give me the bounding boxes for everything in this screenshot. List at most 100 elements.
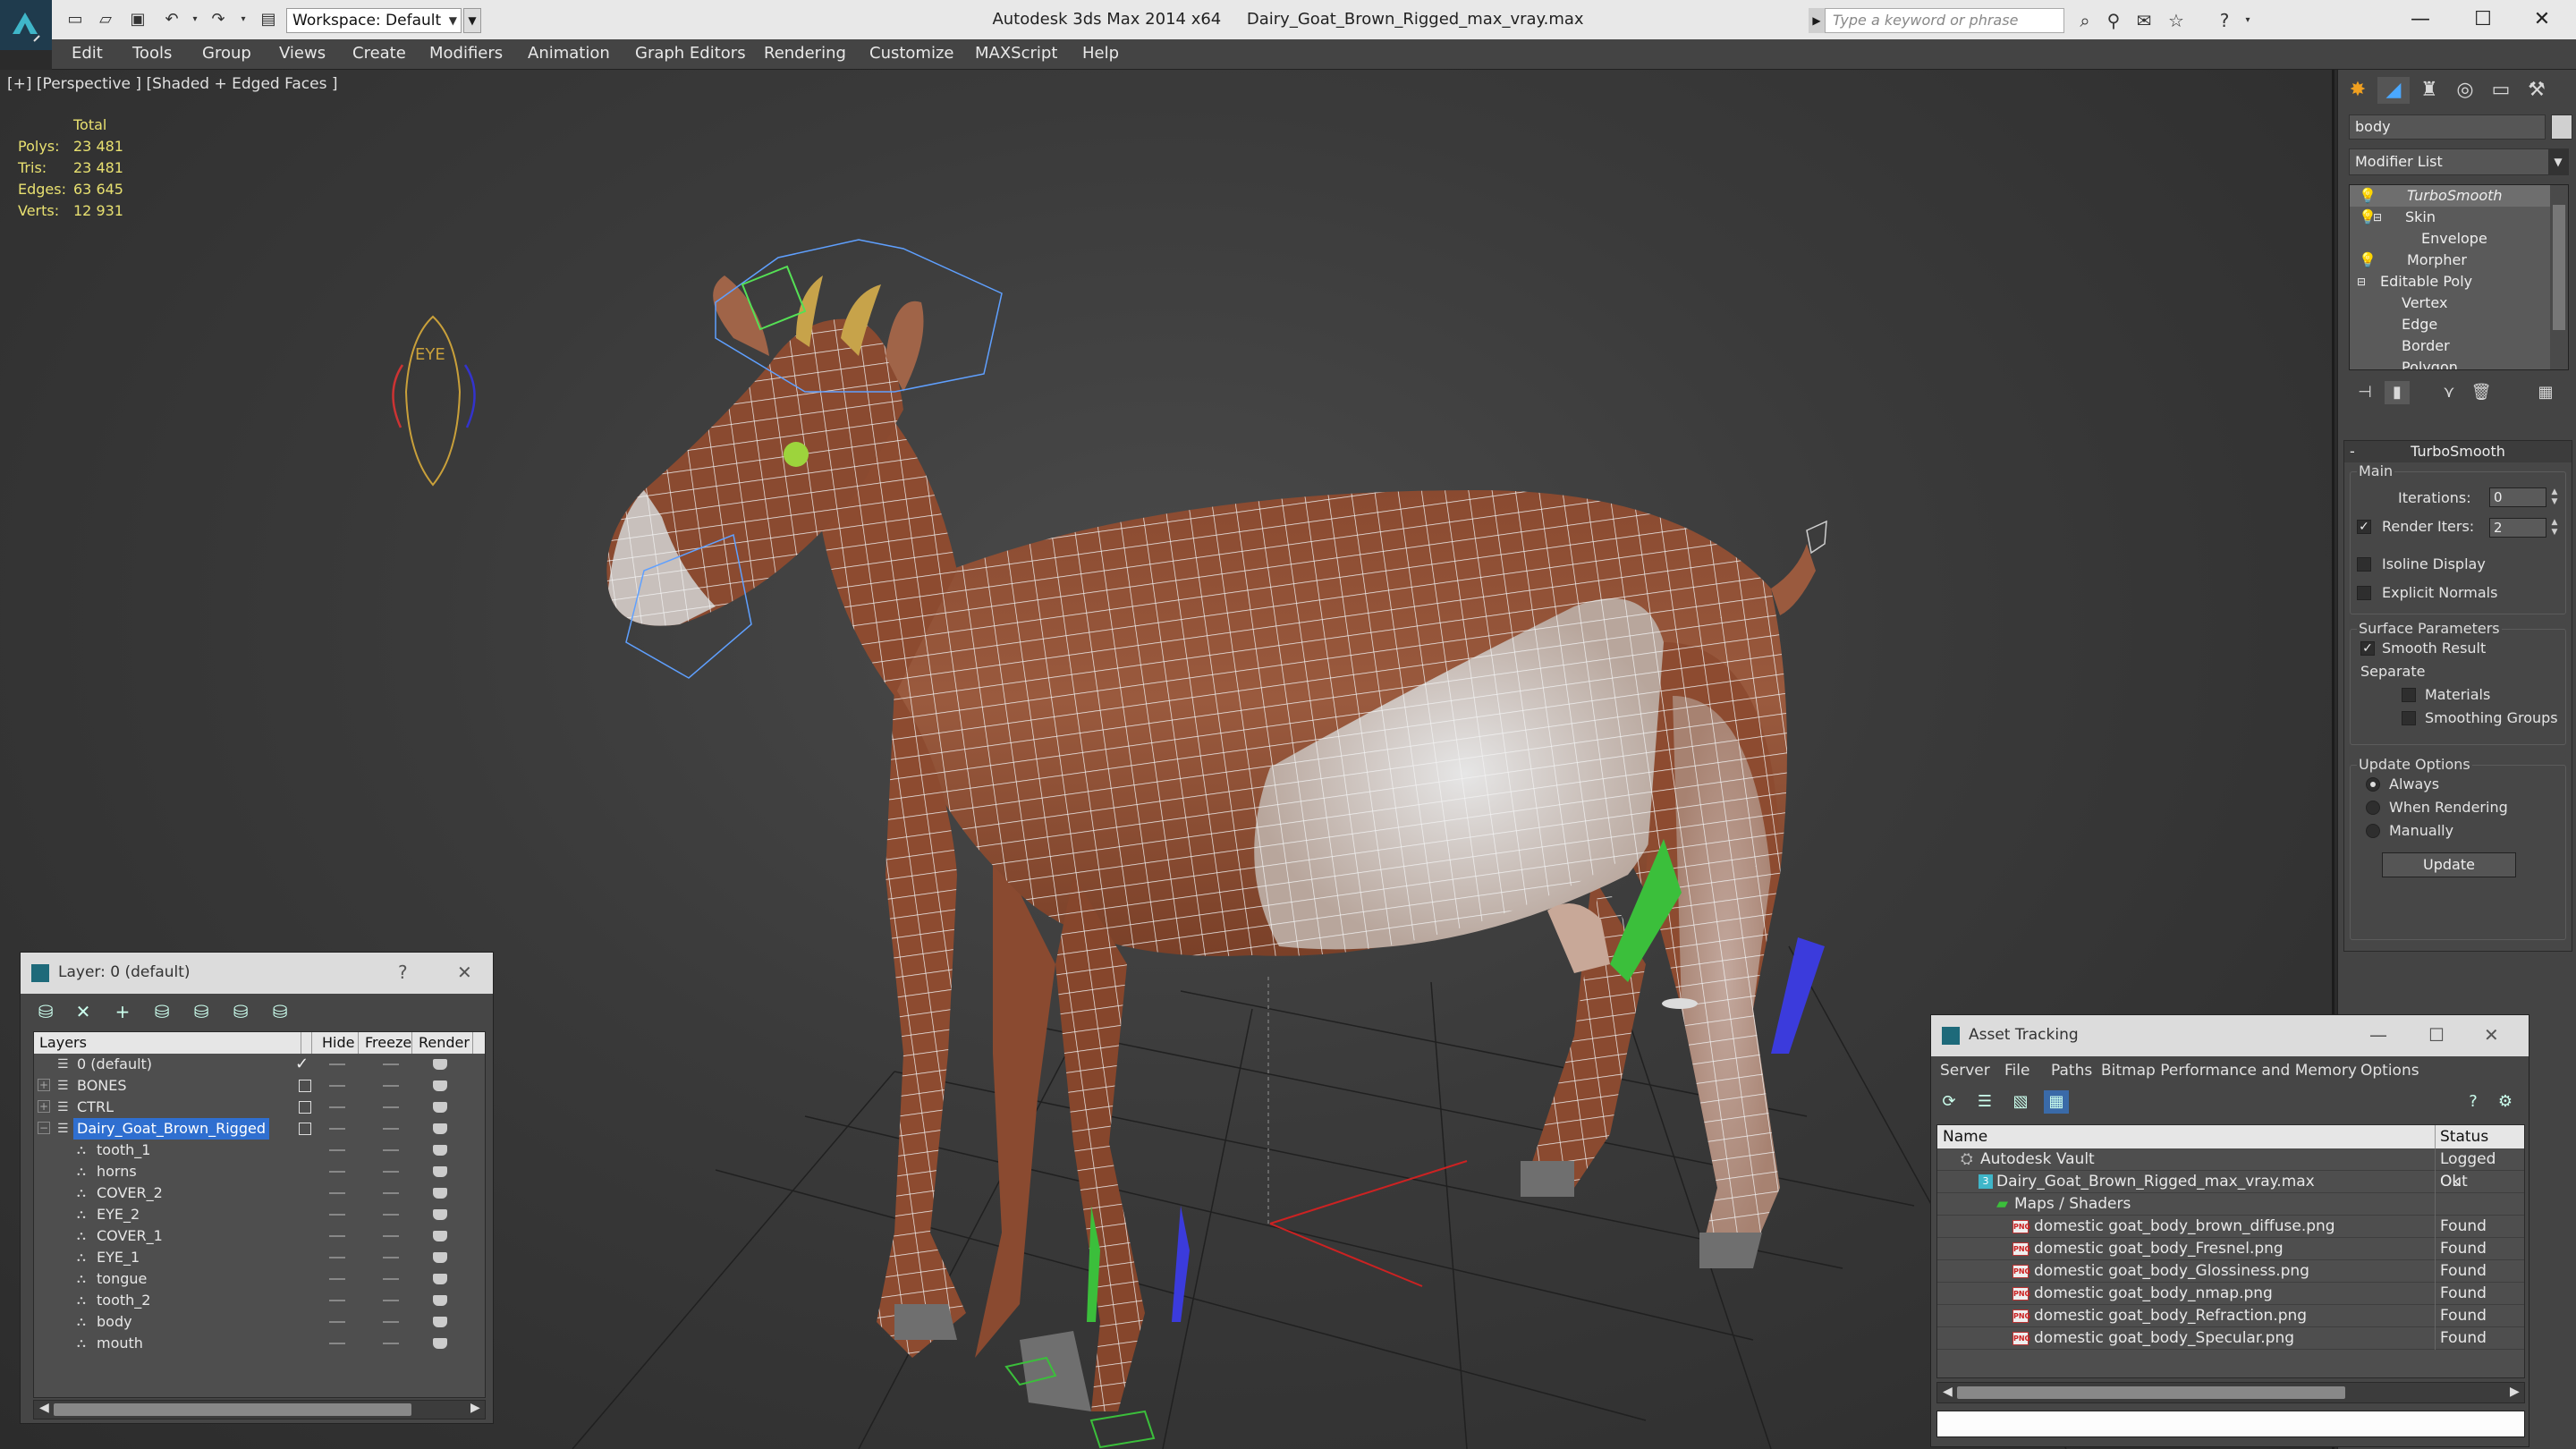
object-row[interactable]: ⛬ COVER_2: [34, 1182, 485, 1204]
asset-menu-bitmap[interactable]: Bitmap Performance and Memory: [2101, 1062, 2357, 1080]
minimize-icon[interactable]: —: [2369, 1024, 2387, 1046]
menu-help[interactable]: Help: [1082, 44, 1119, 63]
asset-row[interactable]: 3 Dairy_Goat_Brown_Rigged_max_vray.max Ok: [1937, 1171, 2524, 1193]
col-status[interactable]: Status: [2440, 1128, 2488, 1146]
hide-checkbox[interactable]: [299, 1101, 311, 1114]
render-teapot-icon[interactable]: [433, 1252, 447, 1263]
menu-maxscript[interactable]: MAXScript: [975, 44, 1057, 63]
asset-menu-file[interactable]: File: [2004, 1062, 2029, 1080]
render-teapot-icon[interactable]: [433, 1080, 447, 1091]
make-unique-icon[interactable]: ⋎: [2436, 381, 2462, 404]
col-layers[interactable]: Layers: [39, 1034, 87, 1051]
help-dropdown-icon[interactable]: ▾: [2236, 9, 2259, 32]
stack-item-polygon[interactable]: Polygon: [2350, 357, 2552, 369]
object-row[interactable]: ⛬ tooth_1: [34, 1140, 485, 1161]
scroll-right-icon[interactable]: ▶: [470, 1401, 480, 1415]
asset-menu-paths[interactable]: Paths: [2051, 1062, 2092, 1080]
layer-row[interactable]: + ☰ BONES: [34, 1075, 485, 1097]
delete-layer-icon[interactable]: ✕: [71, 1000, 96, 1023]
asset-menu-server[interactable]: Server: [1940, 1062, 1990, 1080]
stack-item-envelope[interactable]: Envelope: [2350, 228, 2552, 250]
asset-path-field[interactable]: [1936, 1411, 2525, 1437]
col-freeze[interactable]: Freeze: [365, 1034, 411, 1051]
always-radio[interactable]: [2366, 777, 2380, 792]
stack-item-morpher[interactable]: 💡 Morpher: [2350, 250, 2552, 271]
asset-row[interactable]: ⛭ Autodesk Vault Logged Out: [1937, 1148, 2524, 1191]
help-icon[interactable]: ?: [398, 962, 408, 983]
hide-all-icon[interactable]: ⛁: [228, 1000, 253, 1023]
object-color-swatch[interactable]: [2551, 114, 2572, 140]
render-teapot-icon[interactable]: [433, 1209, 447, 1220]
pin-stack-icon[interactable]: ⊣: [2352, 381, 2377, 404]
layer-horizontal-scrollbar[interactable]: ◀ ▶: [33, 1400, 486, 1419]
scroll-thumb[interactable]: [2553, 205, 2565, 330]
motion-tab-icon[interactable]: ◎: [2449, 77, 2481, 104]
collapse-icon[interactable]: ⊟: [2357, 271, 2366, 292]
menu-rendering[interactable]: Rendering: [764, 44, 846, 63]
search-expand-button[interactable]: ▶: [1809, 8, 1825, 33]
scroll-left-icon[interactable]: ◀: [1943, 1385, 1953, 1399]
bulb-icon[interactable]: 💡: [2359, 250, 2377, 271]
scroll-left-icon[interactable]: ◀: [39, 1401, 49, 1415]
render-iters-checkbox[interactable]: ✓: [2357, 520, 2371, 534]
render-teapot-icon[interactable]: [433, 1188, 447, 1199]
help-icon[interactable]: ?: [2213, 9, 2236, 32]
modify-tab-icon[interactable]: ◢: [2377, 77, 2410, 104]
scroll-thumb[interactable]: [1957, 1386, 2345, 1399]
modifier-stack[interactable]: 💡 TurboSmooth 💡 ⊟ Skin Envelope 💡 Morpher ⊟ E…: [2349, 184, 2569, 370]
table-view-icon[interactable]: ▦: [2044, 1090, 2069, 1114]
stack-item-vertex[interactable]: Vertex: [2350, 292, 2552, 314]
object-row[interactable]: ⛬ EYE_1: [34, 1247, 485, 1268]
object-name-field[interactable]: body: [2349, 114, 2546, 140]
menu-edit[interactable]: Edit: [72, 44, 103, 63]
hierarchy-tab-icon[interactable]: ♜: [2413, 77, 2445, 104]
col-hide[interactable]: Hide: [322, 1034, 354, 1051]
stack-scrollbar[interactable]: [2550, 185, 2568, 369]
refresh-icon[interactable]: ⟳: [1936, 1090, 1962, 1114]
object-row[interactable]: ⛬ body: [34, 1311, 485, 1333]
subscription-icon[interactable]: ⚲: [2102, 9, 2125, 32]
scroll-thumb[interactable]: [54, 1403, 411, 1416]
manually-radio[interactable]: [2366, 824, 2380, 838]
expand-icon[interactable]: +: [38, 1079, 50, 1091]
materials-checkbox[interactable]: [2402, 688, 2416, 702]
col-name[interactable]: Name: [1943, 1128, 1987, 1146]
hide-checkbox[interactable]: [299, 1080, 311, 1092]
object-row[interactable]: ⛬ tongue: [34, 1268, 485, 1290]
asset-row[interactable]: ▰ Maps / Shaders: [1937, 1193, 2524, 1216]
object-row[interactable]: ⛬ horns: [34, 1161, 485, 1182]
active-layer-check-icon[interactable]: ✓: [295, 1054, 309, 1075]
layer-row-selected[interactable]: − ☰ Dairy_Goat_Brown_Rigged: [34, 1118, 485, 1140]
layer-window-titlebar[interactable]: Layer: 0 (default) ? ✕: [21, 953, 493, 994]
list-view-icon[interactable]: ☰: [1972, 1090, 1997, 1114]
bulb-icon[interactable]: 💡: [2359, 185, 2377, 207]
close-icon[interactable]: ✕: [2515, 4, 2569, 36]
scroll-right-icon[interactable]: ▶: [2510, 1385, 2520, 1399]
create-tab-icon[interactable]: ✸: [2342, 77, 2374, 104]
render-teapot-icon[interactable]: [433, 1145, 447, 1156]
render-teapot-icon[interactable]: [433, 1317, 447, 1327]
collapse-toggle[interactable]: -: [2350, 441, 2355, 462]
maximize-icon[interactable]: ☐: [2456, 4, 2510, 36]
asset-horizontal-scrollbar[interactable]: ◀ ▶: [1936, 1382, 2525, 1403]
render-teapot-icon[interactable]: [433, 1338, 447, 1349]
expand-icon[interactable]: +: [38, 1100, 50, 1113]
search-input[interactable]: Type a keyword or phrase: [1825, 8, 2064, 33]
when-rendering-radio[interactable]: [2366, 801, 2380, 815]
asset-row[interactable]: PNG domestic goat_body_Specular.png Found: [1937, 1327, 2524, 1350]
goat-model[interactable]: [606, 275, 1816, 1411]
spinner-arrows-icon[interactable]: ▲ ▼: [2548, 487, 2561, 507]
close-icon[interactable]: ✕: [457, 962, 472, 983]
object-row[interactable]: ⛬ tooth_2: [34, 1290, 485, 1311]
asset-row[interactable]: PNG domestic goat_body_Fresnel.png Found: [1937, 1238, 2524, 1260]
collapse-icon[interactable]: ⊟: [2373, 207, 2382, 228]
object-row[interactable]: ⛬ EYE_2: [34, 1204, 485, 1225]
communication-icon[interactable]: ✉: [2132, 9, 2156, 32]
update-button[interactable]: Update: [2382, 852, 2516, 877]
smoothing-groups-checkbox[interactable]: [2402, 711, 2416, 725]
render-iters-spinner[interactable]: 2: [2489, 518, 2546, 538]
spinner-arrows-icon[interactable]: ▲ ▼: [2548, 518, 2561, 538]
iterations-spinner[interactable]: 0: [2489, 487, 2546, 507]
modifier-list-dropdown[interactable]: Modifier List ▼: [2349, 148, 2569, 175]
col-render[interactable]: Render: [419, 1034, 470, 1051]
